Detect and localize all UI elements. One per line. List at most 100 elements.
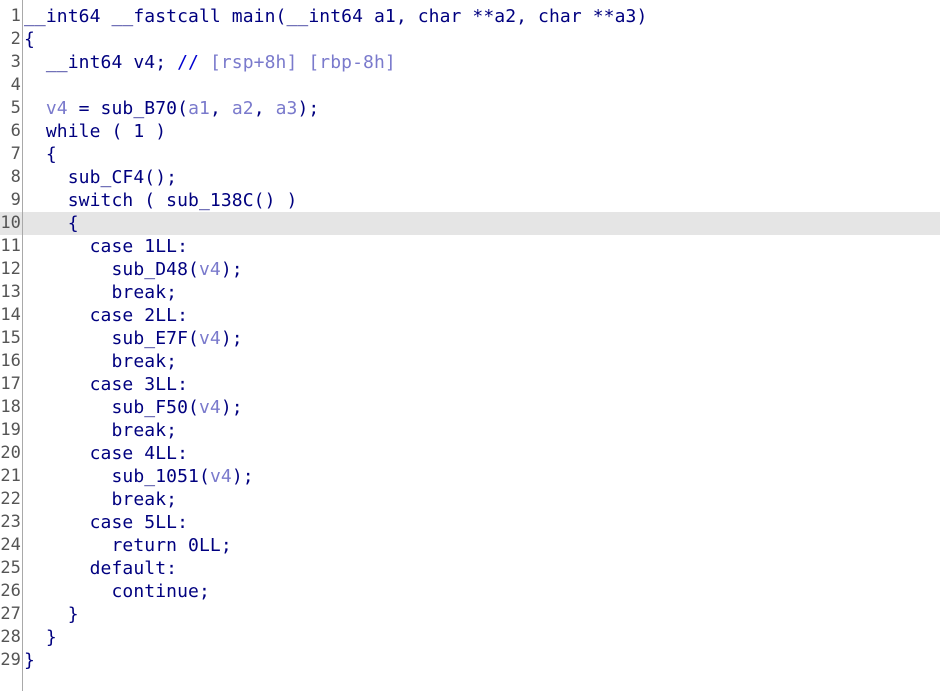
code-text[interactable]: sub_D48(v4); bbox=[24, 258, 243, 281]
code-text[interactable]: case 5LL: bbox=[24, 511, 188, 534]
line-number: 22 bbox=[0, 489, 21, 509]
code-line[interactable]: 2{ bbox=[0, 28, 940, 51]
code-line[interactable]: 23 case 5LL: bbox=[0, 511, 940, 534]
variable-token[interactable]: v4 bbox=[199, 259, 221, 280]
code-line[interactable]: 27 } bbox=[0, 603, 940, 626]
variable-token[interactable]: a2 bbox=[232, 98, 254, 119]
code-line[interactable]: 7 { bbox=[0, 143, 940, 166]
code-line[interactable]: 14 case 2LL: bbox=[0, 304, 940, 327]
code-text[interactable]: case 1LL: bbox=[24, 235, 188, 258]
code-token: , bbox=[253, 98, 276, 119]
code-line[interactable]: 25 default: bbox=[0, 557, 940, 580]
code-token: default: bbox=[24, 558, 178, 579]
code-line[interactable]: 10 { bbox=[0, 212, 940, 235]
line-number: 20 bbox=[0, 443, 21, 463]
code-text[interactable]: break; bbox=[24, 350, 177, 373]
code-token: break; bbox=[24, 420, 178, 441]
code-token: ); bbox=[297, 98, 320, 119]
code-line[interactable]: 28 } bbox=[0, 626, 940, 649]
code-text[interactable]: return 0LL; bbox=[24, 534, 232, 557]
code-line[interactable]: 13 break; bbox=[0, 281, 940, 304]
code-token: sub_1051( bbox=[24, 466, 210, 487]
stack-offset-token: [rsp+8h] [rbp-8h] bbox=[209, 52, 396, 73]
variable-token[interactable]: a3 bbox=[276, 98, 298, 119]
variable-token[interactable]: a1 bbox=[188, 98, 210, 119]
code-line[interactable]: 11 case 1LL: bbox=[0, 235, 940, 258]
code-line[interactable]: 1 __int64 __fastcall main(__int64 a1, cha… bbox=[0, 5, 940, 28]
code-text[interactable]: break; bbox=[24, 488, 177, 511]
variable-token[interactable]: v4 bbox=[24, 98, 68, 119]
code-token: sub_E7F( bbox=[24, 328, 199, 349]
code-text[interactable]: case 4LL: bbox=[24, 442, 188, 465]
line-number: 3 bbox=[10, 52, 21, 72]
code-line[interactable]: 22 break; bbox=[0, 488, 940, 511]
code-text[interactable]: } bbox=[24, 649, 35, 672]
variable-token[interactable]: v4 bbox=[199, 328, 221, 349]
line-number: 23 bbox=[0, 512, 21, 532]
code-text[interactable]: break; bbox=[24, 281, 177, 304]
line-number: 29 bbox=[0, 650, 21, 670]
code-line[interactable]: 3 __int64 v4; // [rsp+8h] [rbp-8h] bbox=[0, 51, 940, 74]
code-line[interactable]: 26 continue; bbox=[0, 580, 940, 603]
code-text[interactable]: sub_CF4(); bbox=[24, 166, 177, 189]
code-token: ); bbox=[220, 397, 243, 418]
code-text[interactable]: __int64 v4; // [rsp+8h] [rbp-8h] bbox=[24, 51, 396, 74]
code-text[interactable]: __int64 __fastcall main(__int64 a1, char… bbox=[24, 5, 647, 28]
line-number: 24 bbox=[0, 535, 21, 555]
variable-token[interactable]: v4 bbox=[210, 466, 232, 487]
code-line[interactable]: 16 break; bbox=[0, 350, 940, 373]
code-text[interactable]: sub_E7F(v4); bbox=[24, 327, 243, 350]
code-line[interactable]: 29} bbox=[0, 649, 940, 672]
line-number: 14 bbox=[0, 305, 21, 325]
code-line[interactable]: 12 sub_D48(v4); bbox=[0, 258, 940, 281]
pseudocode-view[interactable]: 1 __int64 __fastcall main(__int64 a1, cha… bbox=[0, 0, 940, 691]
line-number: 4 bbox=[10, 75, 21, 95]
code-line[interactable]: 20 case 4LL: bbox=[0, 442, 940, 465]
code-text[interactable]: continue; bbox=[24, 580, 210, 603]
code-line[interactable]: 21 sub_1051(v4); bbox=[0, 465, 940, 488]
line-number: 21 bbox=[0, 466, 21, 486]
line-number: 26 bbox=[0, 581, 21, 601]
code-line[interactable]: 19 break; bbox=[0, 419, 940, 442]
code-text[interactable]: case 2LL: bbox=[24, 304, 188, 327]
code-text[interactable]: } bbox=[24, 626, 57, 649]
line-number: 8 bbox=[10, 167, 21, 187]
code-text[interactable]: v4 = sub_B70(a1, a2, a3); bbox=[24, 97, 319, 120]
code-token: ); bbox=[220, 259, 243, 280]
code-line[interactable]: 24 return 0LL; bbox=[0, 534, 940, 557]
code-line[interactable]: 17 case 3LL: bbox=[0, 373, 940, 396]
code-token: } bbox=[24, 627, 57, 648]
code-line[interactable]: 6 while ( 1 ) bbox=[0, 120, 940, 143]
line-number: 15 bbox=[0, 328, 21, 348]
line-number: 5 bbox=[10, 98, 21, 118]
code-token: { bbox=[24, 29, 35, 50]
code-token: , bbox=[209, 98, 232, 119]
code-text[interactable]: sub_F50(v4); bbox=[24, 396, 243, 419]
code-text[interactable]: default: bbox=[24, 557, 177, 580]
code-line[interactable]: 4 bbox=[0, 74, 940, 97]
code-token: break; bbox=[24, 351, 178, 372]
code-line[interactable]: 18 sub_F50(v4); bbox=[0, 396, 940, 419]
code-text[interactable]: while ( 1 ) bbox=[24, 120, 166, 143]
code-text[interactable]: { bbox=[24, 28, 35, 51]
code-token: break; bbox=[24, 489, 178, 510]
code-line[interactable]: 5 v4 = sub_B70(a1, a2, a3); bbox=[0, 97, 940, 120]
code-line[interactable]: 8 sub_CF4(); bbox=[0, 166, 940, 189]
line-number: 16 bbox=[0, 351, 21, 371]
code-text[interactable]: { bbox=[24, 143, 57, 166]
code-text[interactable]: sub_1051(v4); bbox=[24, 465, 254, 488]
code-text[interactable]: { bbox=[24, 212, 79, 235]
line-number: 25 bbox=[0, 558, 21, 578]
code-line[interactable]: 9 switch ( sub_138C() ) bbox=[0, 189, 940, 212]
line-number: 18 bbox=[0, 397, 21, 417]
code-token: ); bbox=[220, 328, 243, 349]
code-line[interactable]: 15 sub_E7F(v4); bbox=[0, 327, 940, 350]
line-number: 7 bbox=[10, 144, 21, 164]
code-text[interactable]: switch ( sub_138C() ) bbox=[24, 189, 298, 212]
code-text[interactable]: break; bbox=[24, 419, 177, 442]
code-token: { bbox=[24, 213, 79, 234]
code-text[interactable]: case 3LL: bbox=[24, 373, 188, 396]
line-number: 28 bbox=[0, 627, 21, 647]
code-text[interactable]: } bbox=[24, 603, 79, 626]
variable-token[interactable]: v4 bbox=[199, 397, 221, 418]
